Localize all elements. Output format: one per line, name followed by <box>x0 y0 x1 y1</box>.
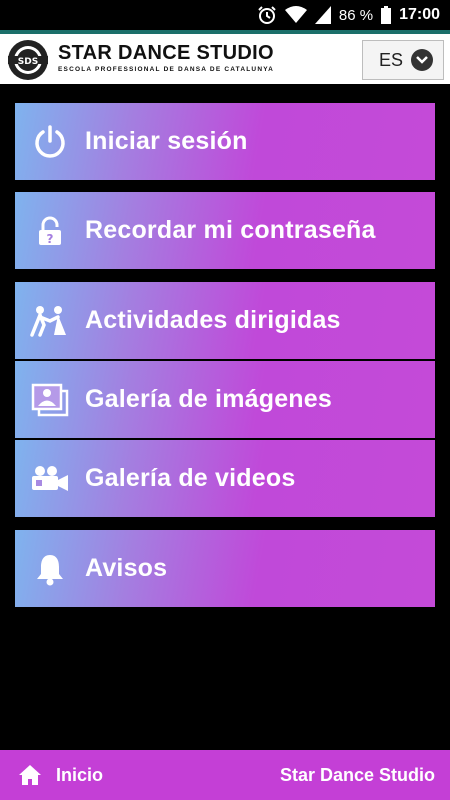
lock-icon: ? <box>15 192 85 269</box>
power-icon <box>15 103 85 180</box>
image-gallery-button[interactable]: Galería de imágenes <box>15 361 435 438</box>
battery-icon <box>381 6 392 24</box>
signal-icon <box>314 6 331 24</box>
login-button[interactable]: Iniciar sesión <box>15 103 435 180</box>
recover-password-label: Recordar mi contraseña <box>85 216 376 244</box>
chevron-down-icon <box>411 49 433 71</box>
recover-password-button[interactable]: ? Recordar mi contraseña <box>15 192 435 269</box>
photos-icon <box>15 361 85 438</box>
notices-label: Avisos <box>85 554 168 582</box>
home-icon <box>19 765 41 785</box>
bell-icon <box>15 530 85 607</box>
video-gallery-button[interactable]: Galería de videos <box>15 440 435 517</box>
status-bar: 86 % 17:00 <box>0 0 450 30</box>
language-select[interactable]: ES <box>362 40 444 80</box>
brand-name: STAR DANCE STUDIO <box>58 42 274 64</box>
activities-label: Actividades dirigidas <box>85 306 341 334</box>
home-label: Inicio <box>56 764 104 785</box>
site-name-link[interactable]: Star Dance Studio <box>280 765 435 786</box>
dancers-icon <box>15 282 85 359</box>
notices-button[interactable]: Avisos <box>15 530 435 607</box>
battery-percent: 86 % <box>338 6 374 24</box>
footer-bar: Inicio Star Dance Studio <box>0 750 450 800</box>
app-header: SDS STAR DANCE STUDIO ESCOLA PROFESSIONA… <box>0 30 450 84</box>
brand: STAR DANCE STUDIO ESCOLA PROFESSIONAL DE… <box>58 42 274 73</box>
clock: 17:00 <box>399 6 440 23</box>
brand-tagline: ESCOLA PROFESSIONAL DE DANSA DE CATALUNY… <box>58 66 275 73</box>
svg-text:SDS: SDS <box>18 57 38 67</box>
alarm-icon <box>258 6 276 24</box>
studio-logo: SDS <box>8 40 48 80</box>
wifi-icon <box>284 6 307 23</box>
image-gallery-label: Galería de imágenes <box>85 385 332 413</box>
video-camera-icon <box>15 440 85 517</box>
svg-text:?: ? <box>47 232 54 246</box>
video-gallery-label: Galería de videos <box>85 464 296 492</box>
login-label: Iniciar sesión <box>85 127 248 155</box>
language-value: ES <box>379 49 404 70</box>
home-link[interactable]: Inicio <box>0 764 103 786</box>
activities-button[interactable]: Actividades dirigidas <box>15 282 435 359</box>
